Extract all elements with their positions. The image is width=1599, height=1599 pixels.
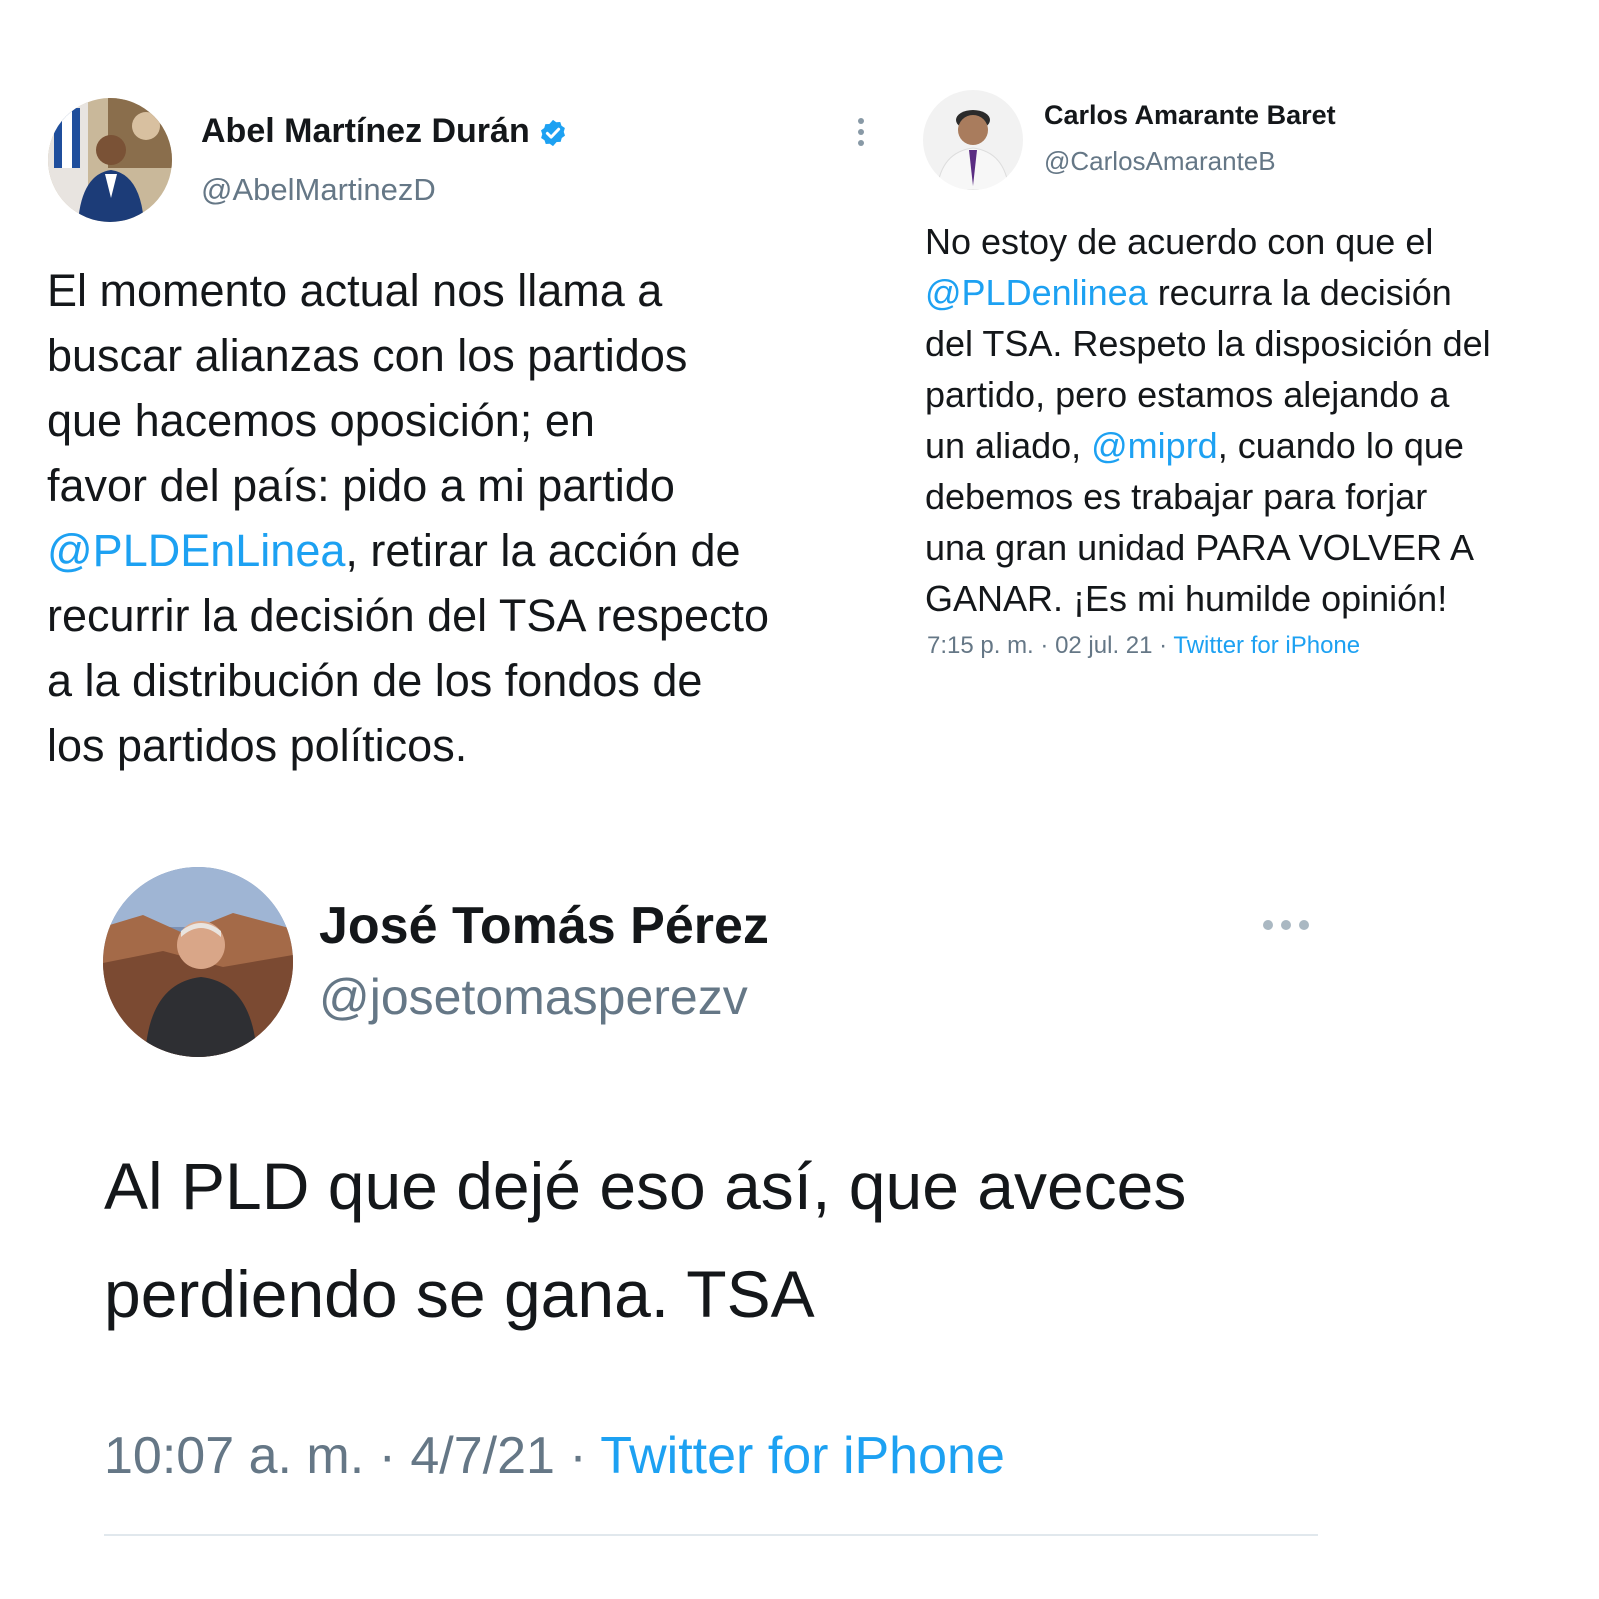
author-name[interactable]: José Tomás Pérez <box>319 896 769 956</box>
mention-link[interactable]: @PLDEnLinea <box>47 525 345 576</box>
tweet-date[interactable]: 02 jul. 21 <box>1055 632 1152 659</box>
tweet-text: Al PLD que dejé eso así, que aveces perd… <box>104 1132 1404 1348</box>
text-segment: No estoy de acuerdo con que el <box>925 221 1434 262</box>
avatar[interactable] <box>48 98 172 222</box>
tweet-meta: 7:15 p. m. · 02 jul. 21 · Twitter for iP… <box>927 632 1361 659</box>
text-segment: El momento actual nos llama a buscar ali… <box>47 265 688 511</box>
verified-badge-icon <box>540 119 565 147</box>
tweet-text: No estoy de acuerdo con que el @PLDenlin… <box>925 216 1585 624</box>
avatar-photo <box>48 98 172 222</box>
tweet-time[interactable]: 10:07 a. m. <box>104 1427 364 1485</box>
tweet-source[interactable]: Twitter for iPhone <box>1173 632 1360 659</box>
tweet-date[interactable]: 4/7/21 <box>410 1427 555 1485</box>
avatar[interactable] <box>923 90 1023 190</box>
more-vertical-icon[interactable] <box>858 118 868 151</box>
more-horizontal-icon[interactable] <box>1263 917 1317 935</box>
mention-link[interactable]: @miprd <box>1091 425 1218 466</box>
author-name[interactable]: Abel Martínez Durán <box>201 112 568 151</box>
author-name-text: Abel Martínez Durán <box>201 112 530 150</box>
avatar-photo <box>103 867 293 1057</box>
tweet-carlos: Carlos Amarante Baret @CarlosAmaranteB N… <box>900 0 1599 700</box>
tweet-meta: 10:07 a. m. · 4/7/21 · Twitter for iPhon… <box>104 1427 1005 1485</box>
author-name[interactable]: Carlos Amarante Baret <box>1044 100 1336 131</box>
tweet-source[interactable]: Twitter for iPhone <box>600 1427 1005 1485</box>
author-handle[interactable]: @CarlosAmaranteB <box>1044 146 1276 177</box>
tweet-text: El momento actual nos llama a buscar ali… <box>47 258 897 778</box>
tweet-jose: José Tomás Pérez @josetomasperezv Al PLD… <box>0 840 1599 1599</box>
avatar-photo <box>923 90 1023 190</box>
avatar[interactable] <box>103 867 293 1057</box>
mention-link[interactable]: @PLDenlinea <box>925 272 1148 313</box>
author-handle[interactable]: @AbelMartinezD <box>201 172 436 208</box>
author-handle[interactable]: @josetomasperezv <box>319 968 748 1026</box>
text-segment: Al PLD que dejé eso así, que aveces perd… <box>104 1149 1187 1331</box>
tweet-abel: Abel Martínez Durán @AbelMartinezD El mo… <box>0 0 900 800</box>
divider <box>104 1534 1318 1536</box>
tweet-time[interactable]: 7:15 p. m. <box>927 632 1034 659</box>
